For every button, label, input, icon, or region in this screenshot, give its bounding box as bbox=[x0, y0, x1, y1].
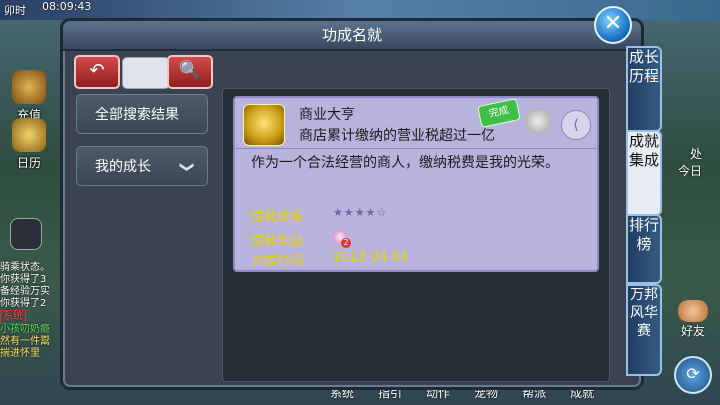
completed-badge: 完成 bbox=[477, 98, 521, 128]
friends-label: 好友 bbox=[680, 324, 705, 338]
back-button[interactable]: ↶ bbox=[74, 55, 120, 89]
search-input[interactable] bbox=[122, 57, 170, 89]
chat-toggle-button[interactable] bbox=[6, 218, 46, 252]
date-value: 2013-04-04 bbox=[333, 250, 409, 265]
all-search-results-label: 全部搜索结果 bbox=[95, 107, 179, 123]
share-button[interactable]: ⟨ bbox=[561, 110, 591, 140]
tab-achievement-collection[interactable]: 成就集成 bbox=[626, 130, 662, 216]
search-icon: 🔍 bbox=[178, 60, 202, 81]
calendar-label: 日历 bbox=[16, 156, 41, 170]
search-button[interactable]: 🔍 bbox=[167, 55, 213, 89]
chat-line: 你获得了2 bbox=[0, 298, 47, 309]
today-button[interactable]: 今日 bbox=[678, 162, 702, 179]
chat-line: 备经验万实 bbox=[0, 286, 50, 297]
tab-label: 成就集成 bbox=[628, 132, 659, 169]
daytime-label: 卯时 bbox=[4, 4, 26, 17]
achievement-card[interactable]: 商业大亨 商店累计缴纳的营业税超过一亿 完成 ⟨ 作为一个合法经营的商人，缴纳税… bbox=[233, 96, 599, 272]
reward-pet-icon bbox=[525, 108, 551, 134]
chat-line: 然有一件鬻 bbox=[0, 336, 50, 347]
system-tag: 系统 bbox=[0, 310, 26, 324]
calendar-button[interactable]: 日历 bbox=[0, 118, 58, 171]
achievement-condition: 商店累计缴纳的营业税超过一亿 bbox=[299, 128, 495, 144]
tab-leaderboard[interactable]: 排行榜 bbox=[626, 214, 662, 284]
chat-log: 骑乘状态。 你获得了3 备经验万实 你获得了2 系统 小孩叨奶瘾 然有一件鬻 揣… bbox=[0, 262, 62, 360]
date-label: 达成时间 bbox=[251, 254, 304, 269]
chat-line: 骑乘状态。 bbox=[0, 262, 50, 273]
treasure-chest-icon bbox=[12, 70, 46, 104]
friends-button[interactable]: 好友 bbox=[678, 300, 708, 339]
recharge-button[interactable]: 充值 bbox=[0, 70, 58, 123]
all-search-results-button[interactable]: 全部搜索结果 bbox=[76, 94, 208, 134]
close-button[interactable]: ✕ bbox=[594, 6, 632, 44]
achievement-card-header: 商业大亨 商店累计缴纳的营业税超过一亿 完成 ⟨ bbox=[235, 98, 597, 149]
gold-ingot-icon bbox=[243, 104, 285, 146]
handshake-icon bbox=[678, 300, 708, 322]
achievement-description: 作为一个合法经营的商人，缴纳税费是我的光荣。 bbox=[251, 155, 559, 171]
chat-line: 你获得了3 bbox=[0, 274, 47, 285]
tab-label: 成长历程 bbox=[628, 48, 659, 85]
chevron-down-icon: ❯ bbox=[179, 161, 196, 173]
tab-growth-history[interactable]: 成长历程 bbox=[626, 46, 662, 132]
chat-line: 小孩叨奶瘾 bbox=[0, 324, 50, 335]
achievement-name: 商业大亨 bbox=[299, 107, 355, 123]
tab-tournament[interactable]: 万邦风华赛 bbox=[626, 284, 662, 376]
difficulty-stars: ★★★★☆ bbox=[333, 206, 388, 219]
clock-label: 08:09:43 bbox=[42, 0, 92, 13]
panel-title: 功成名就 bbox=[63, 21, 641, 51]
tab-label: 排行榜 bbox=[628, 216, 659, 253]
my-growth-label: 我的成长 bbox=[95, 159, 151, 175]
chat-bubble-icon bbox=[10, 218, 42, 250]
reward-label: 成就奖励 bbox=[251, 234, 304, 249]
calendar-icon bbox=[12, 118, 46, 152]
reward-count-badge: 2 bbox=[341, 238, 351, 248]
refresh-icon[interactable]: ⟳ bbox=[674, 356, 712, 394]
my-growth-dropdown[interactable]: 我的成长 ❯ bbox=[76, 146, 208, 186]
chat-line: 揣进怀里 bbox=[0, 348, 40, 359]
difficulty-label: 成就难度 bbox=[251, 210, 304, 225]
right-hud-label: 处 bbox=[689, 147, 702, 161]
tab-label: 万邦风华赛 bbox=[630, 287, 658, 339]
